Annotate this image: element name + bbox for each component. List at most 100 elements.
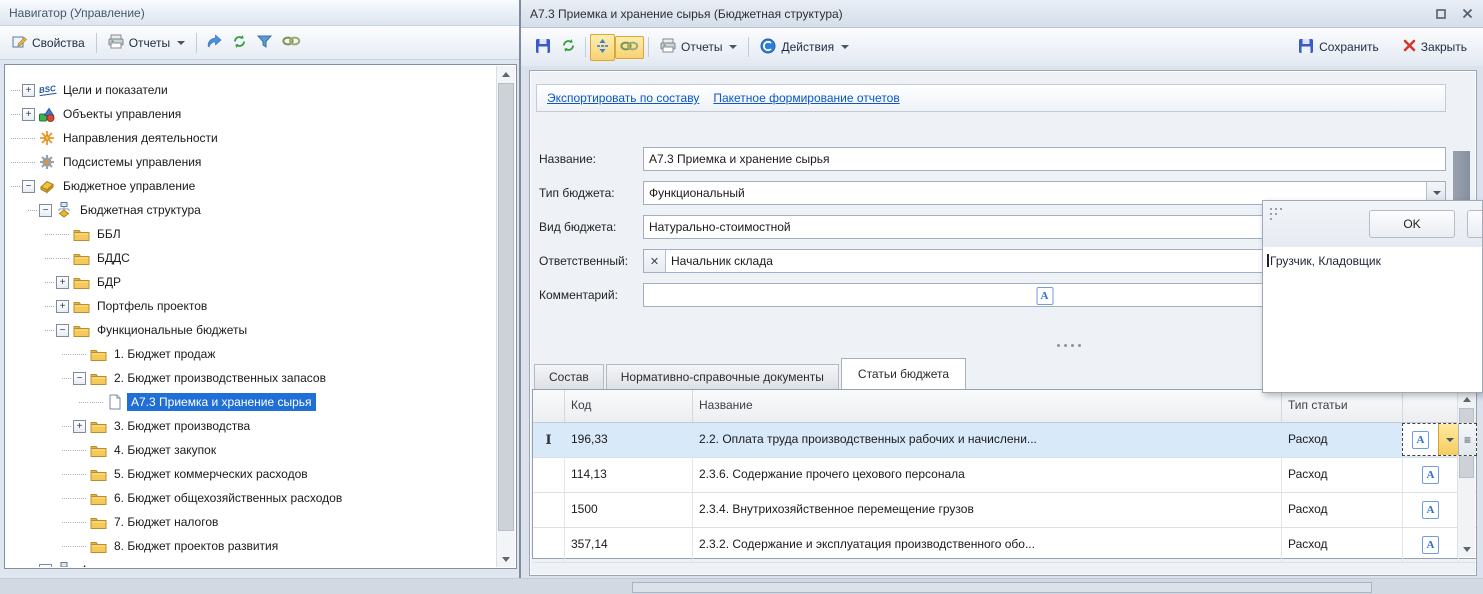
toolbar-separator (585, 37, 586, 57)
formatted-text-icon[interactable]: A (1422, 466, 1439, 484)
tree-item[interactable]: 7. Бюджет налогов (6, 510, 496, 534)
row-indicator (533, 458, 565, 492)
expand-icon[interactable]: + (39, 564, 52, 568)
expand-icon[interactable]: + (22, 108, 35, 121)
column-header[interactable]: Название (693, 390, 1282, 422)
tree-item[interactable]: −2. Бюджет производственных запасов (6, 366, 496, 390)
hyperlink[interactable]: Экспортировать по составу (547, 91, 699, 105)
filter-button[interactable] (252, 30, 277, 55)
scroll-up-icon[interactable] (497, 66, 515, 82)
tree-line (62, 498, 71, 499)
field-text[interactable]: А7.3 Приемка и хранение сырья (643, 147, 1446, 171)
reports-button[interactable]: Отчеты (101, 30, 192, 56)
link-toggle[interactable] (615, 36, 644, 59)
tree-item[interactable]: +Портфель проектов (6, 294, 496, 318)
tree-item[interactable]: Подсистемы управления (6, 150, 496, 174)
editor-menu-button[interactable]: ≡ (1458, 424, 1476, 455)
properties-button[interactable]: Свойства (5, 30, 92, 56)
tree-item[interactable]: 6. Бюджет общехозяйственных расходов (6, 486, 496, 510)
collapse-icon[interactable]: − (39, 204, 52, 217)
tree-line (62, 474, 71, 475)
clear-icon[interactable]: ✕ (644, 250, 666, 272)
column-header[interactable]: Тип статьи (1282, 390, 1403, 422)
column-header[interactable]: Код (565, 390, 693, 422)
link-button[interactable] (277, 31, 306, 54)
splitter-handle[interactable] (1057, 344, 1083, 348)
tree-item[interactable]: −Функциональные бюджеты (6, 318, 496, 342)
save-button[interactable]: Сохранить (1291, 34, 1386, 61)
close-window-button[interactable] (1460, 7, 1474, 21)
split-view-toggle[interactable] (590, 34, 615, 61)
collapse-icon[interactable]: − (22, 180, 35, 193)
scroll-down-icon[interactable] (497, 551, 515, 567)
collapse-icon[interactable]: − (73, 372, 86, 385)
table-row[interactable]: I196,332.2. Оплата труда производственны… (533, 423, 1476, 458)
actions-button[interactable]: Действия (753, 34, 856, 61)
expand-icon[interactable]: + (56, 300, 69, 313)
tree-item[interactable]: ББЛ (6, 222, 496, 246)
tree-item[interactable]: +БДР (6, 270, 496, 294)
popup-text-editor[interactable]: Грузчик, Кладовщик (1263, 247, 1482, 392)
field-value: Функциональный (644, 186, 750, 200)
tree-line (62, 378, 71, 379)
tree-scrollbar-thumb[interactable] (498, 83, 514, 531)
reports-button[interactable]: Отчеты (653, 34, 744, 60)
table-scrollbar[interactable] (1457, 391, 1475, 557)
tree-item[interactable]: 5. Бюджет коммерческих расходов (6, 462, 496, 486)
split-arrows-icon (595, 38, 610, 57)
collapse-icon[interactable]: − (56, 324, 69, 337)
tree-line (28, 210, 37, 211)
table-row[interactable]: 357,142.3.2. Содержание и эксплуатация п… (533, 528, 1476, 563)
budget-items-table: КодНазваниеТип статьи I196,332.2. Оплата… (532, 389, 1477, 559)
formatted-text-icon[interactable]: A (1422, 501, 1439, 519)
cell-comment[interactable]: A (1403, 528, 1459, 562)
scroll-down-icon[interactable] (1458, 541, 1475, 557)
refresh-button[interactable] (227, 30, 252, 56)
tree-item[interactable]: БДДС (6, 246, 496, 270)
dropdown-button[interactable] (1438, 424, 1458, 455)
maximize-button[interactable] (1434, 7, 1448, 21)
tree-item[interactable]: +Финансовая структура (6, 558, 496, 567)
tree-indent (73, 354, 86, 355)
gear-icon (38, 154, 56, 170)
cell-comment[interactable]: A (1403, 493, 1459, 527)
tree-item[interactable]: 8. Бюджет проектов развития (6, 534, 496, 558)
expand-icon[interactable]: + (56, 276, 69, 289)
go-to-button[interactable] (201, 30, 227, 56)
tree-item[interactable]: +3. Бюджет производства (6, 414, 496, 438)
cell-comment[interactable]: A (1403, 458, 1459, 492)
tree-item[interactable]: 4. Бюджет закупок (6, 438, 496, 462)
tab-item[interactable]: Нормативно-справочные документы (606, 364, 839, 389)
hyperlink[interactable]: Пакетное формирование отчетов (713, 91, 899, 105)
tree-item[interactable]: −Бюджетное управление (6, 174, 496, 198)
tree-item[interactable]: +BSCЦели и показатели (6, 78, 496, 102)
tree-item[interactable]: −Бюджетная структура (6, 198, 496, 222)
cell-name: 2.2. Оплата труда производственных рабоч… (693, 423, 1282, 457)
inline-cell-editor[interactable]: A≡ (1402, 423, 1477, 456)
refresh-button[interactable] (556, 34, 581, 60)
table-row[interactable]: 15002.3.4. Внутрихозяйственное перемещен… (533, 493, 1476, 528)
formatted-text-icon[interactable]: A (1422, 536, 1439, 554)
tree-item[interactable]: +Объекты управления (6, 102, 496, 126)
expand-icon[interactable]: + (73, 420, 86, 433)
close-button[interactable]: Закрыть (1396, 35, 1474, 59)
tree-scrollbar[interactable] (496, 66, 515, 567)
tree-item[interactable]: Направления деятельности (6, 126, 496, 150)
column-header[interactable] (533, 390, 565, 422)
tree-line (11, 186, 20, 187)
formatted-text-icon[interactable]: A (1036, 287, 1053, 305)
scroll-up-icon[interactable] (1458, 391, 1475, 407)
tree-item[interactable]: 1. Бюджет продаж (6, 342, 496, 366)
popup-ok-button[interactable]: OK (1369, 210, 1455, 238)
formatted-text-icon[interactable]: A (1403, 431, 1438, 449)
save-icon-button[interactable] (530, 34, 556, 61)
column-header[interactable] (1403, 390, 1459, 422)
tab-active[interactable]: Статьи бюджета (841, 358, 966, 389)
field-label: Название: (539, 152, 596, 166)
tab-item[interactable]: Состав (534, 364, 604, 389)
expand-icon[interactable]: + (22, 84, 35, 97)
tree-item[interactable]: А7.3 Приемка и хранение сырья (6, 390, 496, 414)
grip-handle-icon[interactable] (1270, 208, 1272, 210)
popup-cancel-button[interactable]: Отмена (1467, 210, 1483, 238)
table-row[interactable]: 114,132.3.6. Содержание прочего цехового… (533, 458, 1476, 493)
